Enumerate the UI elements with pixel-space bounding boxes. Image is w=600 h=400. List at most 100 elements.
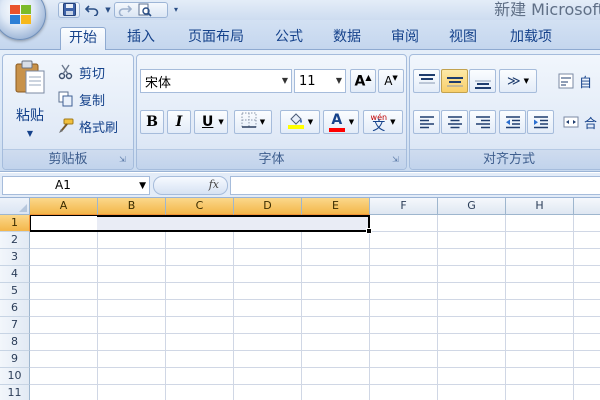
row-header-10[interactable]: 10: [0, 368, 30, 385]
align-center-button[interactable]: [441, 110, 468, 134]
chevron-down-icon: ▼: [26, 129, 34, 138]
format-painter-button[interactable]: 格式刷: [57, 116, 118, 136]
paste-icon: [15, 60, 45, 94]
align-left-button[interactable]: [413, 110, 440, 134]
row-header-4[interactable]: 4: [0, 266, 30, 283]
merge-center-button[interactable]: 合: [562, 112, 597, 132]
top-align-button[interactable]: [413, 69, 440, 93]
fill-color-button[interactable]: ▼: [280, 110, 320, 134]
cut-button[interactable]: 剪切: [57, 62, 105, 82]
row-header-3[interactable]: 3: [0, 249, 30, 266]
paste-button[interactable]: 粘贴 ▼: [7, 59, 53, 143]
redo-icon[interactable]: [115, 2, 135, 18]
paste-label: 粘贴: [16, 108, 44, 124]
chevron-down-icon[interactable]: ▼: [139, 178, 146, 195]
select-all-button[interactable]: [0, 198, 30, 215]
column-header-h[interactable]: H: [506, 198, 574, 215]
column-header-f[interactable]: F: [370, 198, 438, 215]
tab-review[interactable]: 审阅: [382, 27, 428, 50]
borders-icon: [241, 112, 257, 132]
worksheet-grid[interactable]: A B C D E F G H 1 2 3 4 5 6 7 8 9 10 11: [0, 198, 600, 400]
row-header-5[interactable]: 5: [0, 283, 30, 300]
column-header-d[interactable]: D: [234, 198, 302, 215]
insert-function-area: fx: [153, 176, 228, 195]
column-header-g[interactable]: G: [438, 198, 506, 215]
tab-formulas[interactable]: 公式: [266, 27, 312, 50]
orientation-button[interactable]: ≫ ▼: [499, 69, 537, 93]
column-header-b[interactable]: B: [98, 198, 166, 215]
fill-handle[interactable]: [366, 228, 372, 234]
save-icon[interactable]: [59, 2, 79, 18]
column-header-c[interactable]: C: [166, 198, 234, 215]
print-preview-icon[interactable]: [135, 2, 155, 18]
grid-line: [573, 215, 574, 400]
phonetic-guide-button[interactable]: wén 文 ▼: [363, 110, 403, 134]
chevron-down-icon[interactable]: ▼: [104, 2, 112, 18]
decrease-indent-button[interactable]: [499, 110, 526, 134]
row-header-9[interactable]: 9: [0, 351, 30, 368]
italic-button[interactable]: I: [167, 110, 191, 134]
tab-view[interactable]: 视图: [440, 27, 486, 50]
title-bar: ▼ ▾ 新建 Microsoft: [0, 0, 600, 20]
formula-input[interactable]: [230, 176, 600, 195]
row-header-11[interactable]: 11: [0, 385, 30, 400]
format-painter-label: 格式刷: [79, 120, 119, 136]
name-box-value: A1: [55, 178, 71, 192]
grid-line: [505, 215, 506, 400]
tab-home[interactable]: 开始: [60, 27, 106, 51]
grow-font-icon: A▲: [354, 72, 372, 90]
column-header-a[interactable]: A: [30, 198, 98, 215]
grid-line: [30, 350, 600, 351]
wrap-text-button[interactable]: 自: [557, 71, 592, 91]
cut-label: 剪切: [79, 66, 106, 82]
bold-button[interactable]: B: [140, 110, 164, 134]
tab-data[interactable]: 数据: [324, 27, 370, 50]
tab-page-layout[interactable]: 页面布局: [178, 27, 254, 50]
underline-button[interactable]: U ▼: [194, 110, 228, 134]
tab-add-ins[interactable]: 加载项: [500, 27, 562, 50]
active-cell[interactable]: [31, 216, 97, 230]
chevron-down-icon: ▼: [335, 76, 342, 85]
align-left-icon: [419, 116, 434, 129]
qat-customize-icon[interactable]: ▾: [170, 2, 182, 18]
row-header-8[interactable]: 8: [0, 334, 30, 351]
grid-line: [30, 248, 600, 249]
top-align-icon: [418, 74, 435, 84]
tab-insert[interactable]: 插入: [118, 27, 164, 50]
borders-button[interactable]: ▼: [234, 110, 272, 134]
decrease-indent-icon: [505, 116, 520, 129]
grow-font-button[interactable]: A▲: [350, 69, 376, 93]
grid-line: [233, 215, 234, 400]
undo-icon[interactable]: [82, 2, 102, 18]
bottom-align-icon: [474, 80, 491, 89]
row-header-7[interactable]: 7: [0, 317, 30, 334]
increase-indent-button[interactable]: [527, 110, 554, 134]
font-group: 宋体 ▼ 11 ▼ A▲ A▼ B I U ▼ ▼ ▼ A ▼ wén 文 ▼ …: [136, 54, 407, 170]
font-size-select[interactable]: 11 ▼: [294, 69, 346, 93]
qat-save-group: [58, 1, 80, 18]
middle-align-button[interactable]: [441, 69, 468, 93]
row-header-2[interactable]: 2: [0, 232, 30, 249]
insert-function-icon[interactable]: fx: [209, 178, 219, 191]
grid-line: [437, 215, 438, 400]
row-header-6[interactable]: 6: [0, 300, 30, 317]
row-header-1[interactable]: 1: [0, 215, 30, 232]
align-right-button[interactable]: [469, 110, 496, 134]
ribbon: 粘贴 ▼ 剪切 复制 格式刷 剪贴板 ⇲ 宋体 ▼ 11 ▼ A▲ A▼ B I…: [0, 50, 600, 172]
alignment-group: ≫ ▼ 自 合 对齐方式: [409, 54, 600, 170]
copy-button[interactable]: 复制: [57, 89, 105, 109]
column-header-e[interactable]: E: [302, 198, 370, 215]
font-name-select[interactable]: 宋体 ▼: [140, 69, 292, 93]
dialog-launcher-icon[interactable]: ⇲: [392, 155, 402, 165]
name-box[interactable]: A1 ▼: [2, 176, 150, 195]
align-right-icon: [475, 116, 490, 129]
chevron-down-icon: ▼: [259, 118, 266, 126]
grid-line: [369, 215, 370, 400]
shrink-font-button[interactable]: A▼: [378, 69, 404, 93]
wrap-text-label: 自: [579, 75, 593, 91]
font-color-button[interactable]: A ▼: [323, 110, 359, 134]
dialog-launcher-icon[interactable]: ⇲: [119, 155, 129, 165]
bottom-align-button[interactable]: [469, 69, 496, 93]
wrap-text-icon: [557, 72, 575, 90]
grid-line: [30, 333, 600, 334]
